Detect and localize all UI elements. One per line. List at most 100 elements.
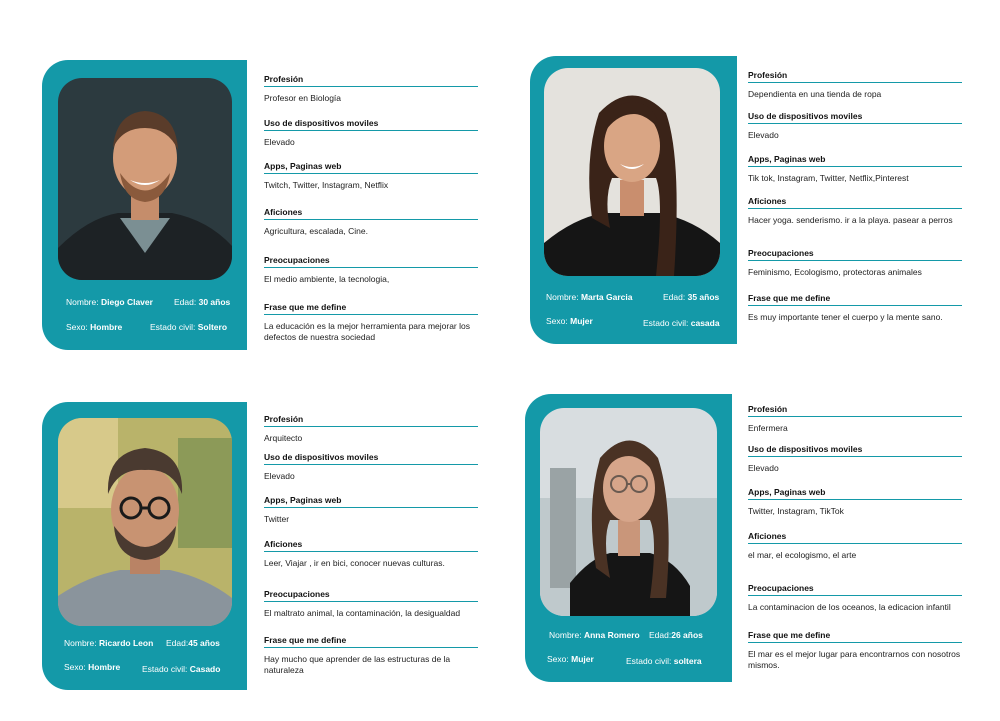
section-value: Feminismo, Ecologismo, protectoras anima… [748, 266, 922, 277]
frase-section: Frase que me define La educación es la me… [264, 302, 478, 342]
section-value: Leer, Viajar , ir en bici, conocer nueva… [264, 557, 445, 568]
section-value: Elevado [264, 136, 295, 147]
section-label: Apps, Paginas web [748, 487, 962, 501]
section-label: Uso de dispositivos moviles [264, 452, 478, 465]
section-label: Aficiones [264, 207, 478, 220]
section-value: Agricultura, escalada, Cine. [264, 225, 368, 236]
preocupaciones-section: Preocupaciones Feminismo, Ecologismo, pro… [748, 248, 962, 278]
profile-photo [544, 68, 720, 276]
section-label: Frase que me define [748, 630, 962, 644]
estado-civil-field: Estado civil: Casado [142, 664, 221, 674]
section-label: Preocupaciones [748, 248, 962, 261]
frase-section: Frase que me define Hay mucho que aprende… [264, 635, 478, 675]
section-value: Elevado [748, 462, 779, 473]
section-label: Profesión [264, 414, 478, 427]
nombre-field: Nombre: Marta Garcia [546, 292, 633, 302]
section-label: Uso de dispositivos moviles [264, 118, 478, 131]
section-label: Frase que me define [264, 635, 478, 649]
section-label: Profesión [264, 74, 478, 87]
persona-card-ricardo: Nombre: Ricardo Leon Edad:45 años Sexo: … [42, 402, 492, 702]
section-value: Tik tok, Instagram, Twitter, Netflix,Pin… [748, 173, 909, 184]
aficiones-section: Aficiones Leer, Viajar , ir en bici, cono… [264, 539, 478, 569]
section-value: La educación es la mejor herramienta par… [264, 321, 470, 342]
persona-card-marta: Nombre: Marta Garcia Edad: 35 años Sexo:… [530, 56, 980, 356]
estado-civil-field: Estado civil: casada [643, 318, 720, 328]
persona-details: Profesión Enfermera Uso de dispositivos m… [748, 404, 962, 670]
section-value: Hacer yoga. senderismo. ir a la playa. p… [748, 214, 953, 225]
section-value: Elevado [264, 470, 295, 481]
section-value: Es muy importante tener el cuerpo y la m… [748, 312, 943, 323]
frase-section: Frase que me define El mar es el mejor lu… [748, 630, 962, 670]
aficiones-section: Aficiones Agricultura, escalada, Cine. [264, 207, 478, 237]
section-label: Aficiones [264, 539, 478, 552]
apps-section: Apps, Paginas web Tik tok, Instagram, Twi… [748, 154, 962, 184]
section-value: Enfermera [748, 423, 788, 433]
nombre-field: Nombre: Ricardo Leon [64, 638, 154, 648]
section-label: Frase que me define [264, 302, 478, 316]
section-label: Aficiones [748, 196, 962, 209]
section-value: Elevado [748, 129, 779, 140]
section-value: Profesor en Biología [264, 93, 342, 103]
edad-field: Edad:26 años [649, 630, 703, 640]
profile-photo [540, 408, 717, 616]
dispositivos-section: Uso de dispositivos moviles Elevado [264, 452, 478, 482]
frase-section: Frase que me define Es muy importante ten… [748, 293, 962, 323]
profesion-section: Profesión Enfermera [748, 404, 962, 434]
estado-civil-field: Estado civil: soltera [626, 656, 702, 666]
section-value: Twitter [264, 514, 290, 525]
section-value: Twitch, Twitter, Instagram, Netflix [264, 180, 389, 191]
sexo-field: Sexo: Mujer [547, 654, 594, 664]
profile-photo [58, 78, 232, 280]
persona-card-diego: Nombre: Diego Claver Edad: 30 años Sexo:… [42, 60, 492, 360]
section-value: Arquitecto [264, 433, 303, 443]
apps-section: Apps, Paginas web Twitter [264, 495, 478, 525]
dispositivos-section: Uso de dispositivos moviles Elevado [748, 111, 962, 141]
preocupaciones-section: Preocupaciones La contaminacion de los oc… [748, 583, 962, 613]
apps-section: Apps, Paginas web Twitter, Instagram, Tik… [748, 487, 962, 517]
nombre-field: Nombre: Diego Claver [66, 297, 153, 307]
persona-details: Profesión Dependienta en una tienda de ro… [748, 70, 962, 323]
sexo-field: Sexo: Hombre [64, 662, 121, 672]
sexo-field: Sexo: Hombre [66, 322, 123, 332]
nombre-field: Nombre: Anna Romero [549, 630, 640, 640]
section-label: Profesión [748, 404, 962, 417]
section-label: Uso de dispositivos moviles [748, 111, 962, 124]
edad-field: Edad:45 años [166, 638, 220, 648]
section-label: Aficiones [748, 531, 962, 544]
persona-card-anna: Nombre: Anna Romero Edad:26 años Sexo: M… [525, 394, 975, 694]
section-label: Apps, Paginas web [264, 495, 478, 509]
persona-details: Profesión Profesor en Biología Uso de dis… [264, 74, 478, 342]
preocupaciones-section: Preocupaciones El medio ambiente, la tecn… [264, 255, 478, 285]
profesion-section: Profesión Arquitecto [264, 414, 478, 444]
edad-field: Edad: 35 años [663, 292, 720, 302]
section-label: Apps, Paginas web [264, 161, 478, 175]
apps-section: Apps, Paginas web Twitch, Twitter, Instag… [264, 161, 478, 191]
sexo-field: Sexo: Mujer [546, 316, 593, 326]
section-value: el mar, el ecologismo, el arte [748, 549, 857, 560]
section-label: Preocupaciones [264, 589, 478, 602]
section-value: Dependienta en una tienda de ropa [748, 89, 882, 99]
profile-photo [58, 418, 232, 626]
section-label: Frase que me define [748, 293, 962, 307]
dispositivos-section: Uso de dispositivos moviles Elevado [748, 444, 962, 474]
dispositivos-section: Uso de dispositivos moviles Elevado [264, 118, 478, 148]
aficiones-section: Aficiones Hacer yoga. senderismo. ir a la… [748, 196, 962, 226]
preocupaciones-section: Preocupaciones El maltrato animal, la con… [264, 589, 478, 619]
section-value: Twitter, Instagram, TikTok [748, 506, 844, 517]
section-label: Apps, Paginas web [748, 154, 962, 168]
section-value: La contaminacion de los oceanos, la edic… [748, 601, 951, 612]
profesion-section: Profesión Dependienta en una tienda de ro… [748, 70, 962, 100]
section-label: Uso de dispositivos moviles [748, 444, 962, 457]
edad-field: Edad: 30 años [174, 297, 231, 307]
section-label: Profesión [748, 70, 962, 83]
aficiones-section: Aficiones el mar, el ecologismo, el arte [748, 531, 962, 561]
profesion-section: Profesión Profesor en Biología [264, 74, 478, 104]
persona-details: Profesión Arquitecto Uso de dispositivos … [264, 414, 478, 675]
section-value: El medio ambiente, la tecnologia, [264, 273, 390, 284]
section-value: El maltrato animal, la contaminación, la… [264, 607, 461, 618]
section-label: Preocupaciones [748, 583, 962, 596]
section-value: El mar es el mejor lugar para encontrarn… [748, 649, 961, 670]
section-value: Hay mucho que aprender de las estructura… [264, 654, 451, 675]
section-label: Preocupaciones [264, 255, 478, 268]
estado-civil-field: Estado civil: Soltero [150, 322, 228, 332]
